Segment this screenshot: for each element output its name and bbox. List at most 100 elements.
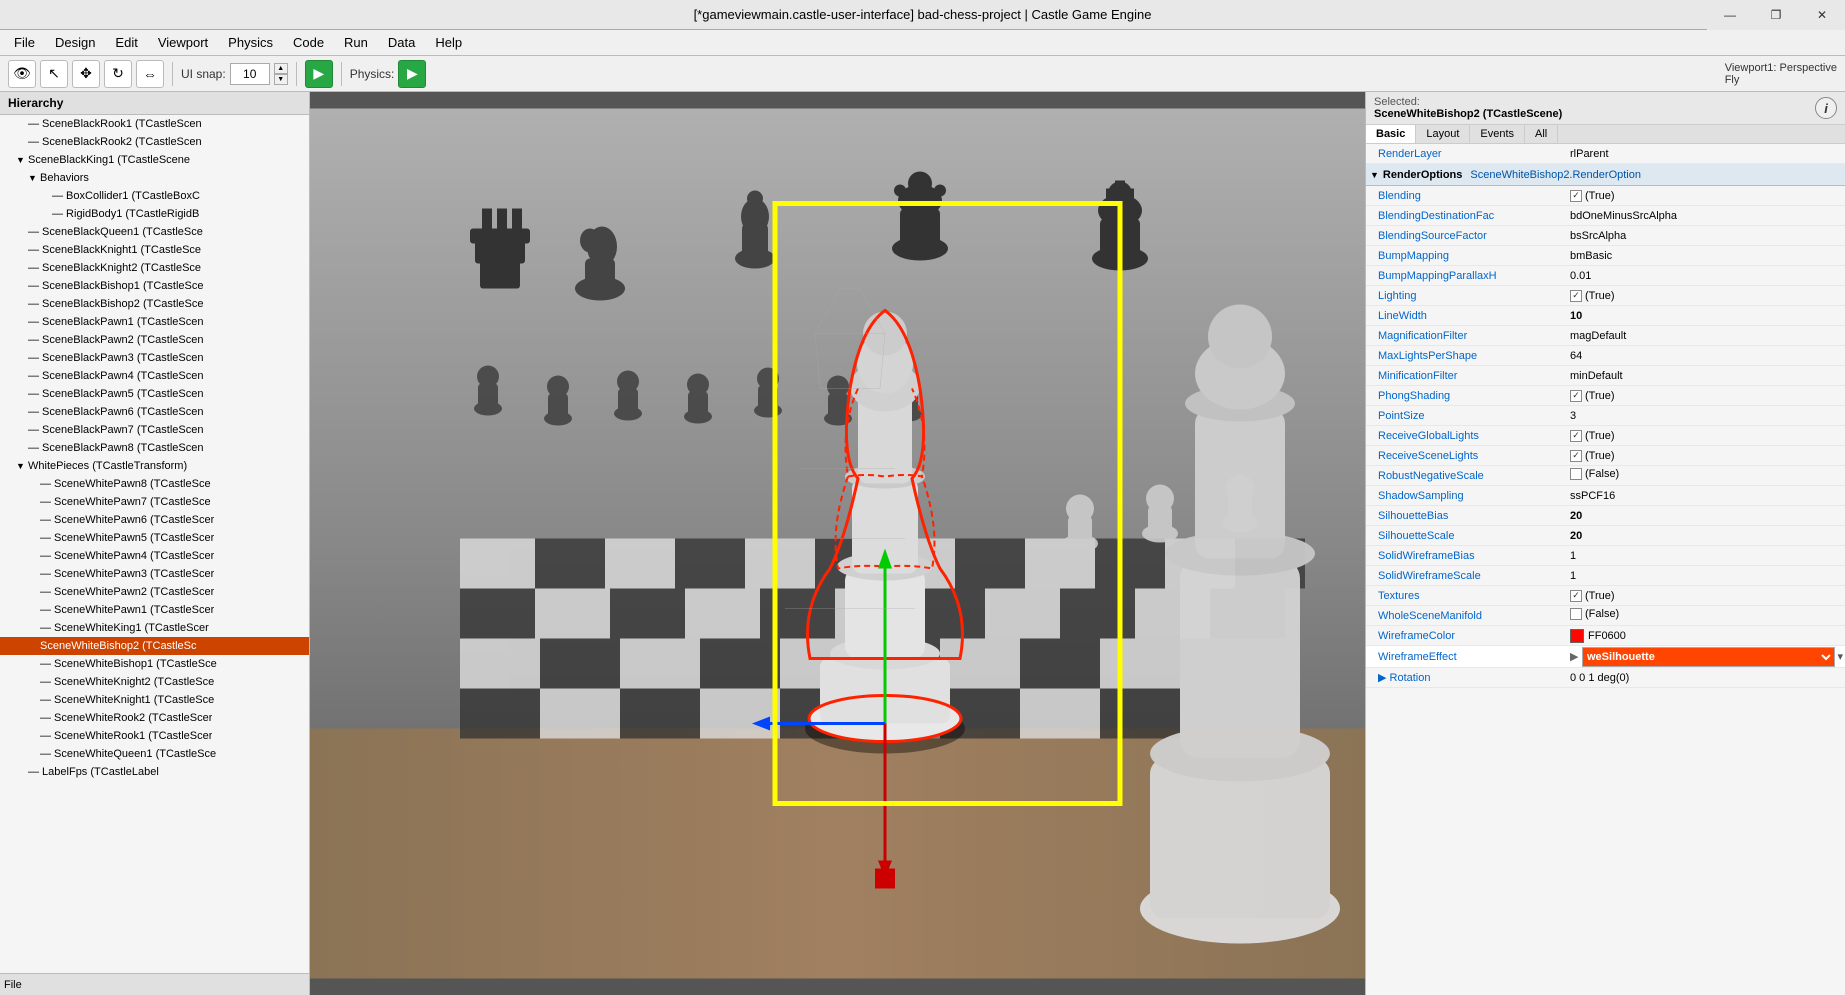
tree-item-RigidBody1[interactable]: — RigidBody1 (TCastleRigidB (0, 205, 309, 223)
tree-item-SceneBlackPawn5[interactable]: — SceneBlackPawn5 (TCastleScen (0, 385, 309, 403)
wireframe-expand-icon[interactable]: ▶ (1566, 650, 1582, 663)
tree-item-BoxCollider1[interactable]: — BoxCollider1 (TCastleBoxC (0, 187, 309, 205)
tree-item-SceneBlackPawn8[interactable]: — SceneBlackPawn8 (TCastleScen (0, 439, 309, 457)
receive-scene-checkbox[interactable]: ✓ (1570, 450, 1582, 462)
prop-solid-wire-scale[interactable]: SolidWireframeScale 1 (1366, 566, 1845, 586)
tree-item-SceneWhitePawn7[interactable]: — SceneWhitePawn7 (TCastleSce (0, 493, 309, 511)
receive-global-checkbox[interactable]: ✓ (1570, 430, 1582, 442)
prop-bump-parallax[interactable]: BumpMappingParallaxH 0.01 (1366, 266, 1845, 286)
close-button[interactable]: ✕ (1799, 0, 1845, 30)
scale-tool-button[interactable]: ⇔ (136, 60, 164, 88)
textures-checkbox[interactable]: ✓ (1570, 590, 1582, 602)
tree-item-SceneBlackRook1[interactable]: — SceneBlackRook1 (TCastleScen (0, 115, 309, 133)
tree-item-SceneBlackKnight1[interactable]: — SceneBlackKnight1 (TCastleSce (0, 241, 309, 259)
minimize-button[interactable]: — (1707, 0, 1753, 30)
play-button[interactable]: ▶ (305, 60, 333, 88)
viewport-canvas[interactable] (310, 92, 1365, 995)
prop-rotation[interactable]: ▶ Rotation 0 0 1 deg(0) (1366, 668, 1845, 688)
prop-wireframe-effect[interactable]: WireframeEffect ▶ weSilhouette weNone we… (1366, 646, 1845, 668)
wireframe-color-swatch[interactable] (1570, 629, 1584, 643)
prop-whole-scene[interactable]: WholeSceneManifold (False) (1366, 606, 1845, 626)
menu-help[interactable]: Help (425, 32, 472, 53)
menu-edit[interactable]: Edit (105, 32, 147, 53)
tree-item-SceneBlackPawn7[interactable]: — SceneBlackPawn7 (TCastleScen (0, 421, 309, 439)
prop-group-render-options[interactable]: ▼ RenderOptions SceneWhiteBishop2.Render… (1366, 164, 1845, 186)
tab-basic[interactable]: Basic (1366, 125, 1416, 143)
tree-item-SceneWhiteKnight1[interactable]: — SceneWhiteKnight1 (TCastleSce (0, 691, 309, 709)
prop-solid-wire-bias[interactable]: SolidWireframeBias 1 (1366, 546, 1845, 566)
tree-item-SceneBlackPawn1[interactable]: — SceneBlackPawn1 (TCastleScen (0, 313, 309, 331)
snap-down-btn[interactable]: ▼ (274, 74, 288, 85)
tree-item-SceneBlackPawn2[interactable]: — SceneBlackPawn2 (TCastleScen (0, 331, 309, 349)
tree-item-SceneBlackRook2[interactable]: — SceneBlackRook2 (TCastleScen (0, 133, 309, 151)
menu-file[interactable]: File (4, 32, 45, 53)
tree-item-SceneWhitePawn1[interactable]: — SceneWhitePawn1 (TCastleScer (0, 601, 309, 619)
wireframe-effect-select[interactable]: weSilhouette weNone weSolidWireframe weW… (1582, 647, 1835, 667)
menu-run[interactable]: Run (334, 32, 378, 53)
tree-item-SceneBlackKing1[interactable]: ▼ SceneBlackKing1 (TCastleScene (0, 151, 309, 169)
rotate-tool-button[interactable]: ↻ (104, 60, 132, 88)
prop-mag-filter[interactable]: MagnificationFilter magDefault (1366, 326, 1845, 346)
prop-shadow-sampling[interactable]: ShadowSampling ssPCF16 (1366, 486, 1845, 506)
prop-textures[interactable]: Textures ✓(True) (1366, 586, 1845, 606)
tab-all[interactable]: All (1525, 125, 1558, 143)
eye-tool-button[interactable]: 👁 (8, 60, 36, 88)
tree-item-SceneBlackBishop2[interactable]: — SceneBlackBishop2 (TCastleSce (0, 295, 309, 313)
tree-item-Behaviors[interactable]: ▼ Behaviors (0, 169, 309, 187)
prop-silhouette-bias[interactable]: SilhouetteBias 20 (1366, 506, 1845, 526)
physics-play-button[interactable]: ▶ (398, 60, 426, 88)
tree-item-LabelFps[interactable]: — LabelFps (TCastleLabel (0, 763, 309, 781)
prop-bump-mapping[interactable]: BumpMapping bmBasic (1366, 246, 1845, 266)
tree-item-SceneBlackKnight2[interactable]: — SceneBlackKnight2 (TCastleSce (0, 259, 309, 277)
tree-item-SceneBlackPawn3[interactable]: — SceneBlackPawn3 (TCastleScen (0, 349, 309, 367)
prop-phong[interactable]: PhongShading ✓(True) (1366, 386, 1845, 406)
prop-blending[interactable]: Blending ✓(True) (1366, 186, 1845, 206)
tab-events[interactable]: Events (1470, 125, 1525, 143)
whole-scene-checkbox[interactable] (1570, 608, 1582, 620)
tree-item-SceneWhiteBishop1[interactable]: — SceneWhiteBishop1 (TCastleSce (0, 655, 309, 673)
info-button[interactable]: i (1815, 97, 1837, 119)
ui-snap-input[interactable] (230, 63, 270, 85)
prop-point-size[interactable]: PointSize 3 (1366, 406, 1845, 426)
robust-negative-checkbox[interactable] (1570, 468, 1582, 480)
tree-item-SceneWhitePawn6[interactable]: — SceneWhitePawn6 (TCastleScer (0, 511, 309, 529)
props-content[interactable]: RenderLayer rlParent ▼ RenderOptions Sce… (1366, 144, 1845, 995)
center-panel[interactable] (310, 92, 1365, 995)
menu-data[interactable]: Data (378, 32, 425, 53)
select-tool-button[interactable]: ↖ (40, 60, 68, 88)
wireframe-dropdown-arrow[interactable]: ▾ (1835, 650, 1845, 663)
tab-layout[interactable]: Layout (1416, 125, 1470, 143)
prop-blending-dest[interactable]: BlendingDestinationFac bdOneMinusSrcAlph… (1366, 206, 1845, 226)
tree-item-SceneWhiteRook2[interactable]: — SceneWhiteRook2 (TCastleScer (0, 709, 309, 727)
prop-render-layer[interactable]: RenderLayer rlParent (1366, 144, 1845, 164)
prop-silhouette-scale[interactable]: SilhouetteScale 20 (1366, 526, 1845, 546)
tree-item-SceneWhitePawn3[interactable]: — SceneWhitePawn3 (TCastleScer (0, 565, 309, 583)
tree-item-SceneWhiteKing1[interactable]: — SceneWhiteKing1 (TCastleScer (0, 619, 309, 637)
tree-item-SceneWhitePawn5[interactable]: — SceneWhitePawn5 (TCastleScer (0, 529, 309, 547)
tree-item-SceneWhitePawn2[interactable]: — SceneWhitePawn2 (TCastleScer (0, 583, 309, 601)
tree-item-SceneBlackQueen1[interactable]: — SceneBlackQueen1 (TCastleSce (0, 223, 309, 241)
tree-item-SceneBlackPawn4[interactable]: — SceneBlackPawn4 (TCastleScen (0, 367, 309, 385)
blending-checkbox[interactable]: ✓ (1570, 190, 1582, 202)
ui-snap-spinbox[interactable]: ▲ ▼ (274, 63, 288, 85)
prop-wireframe-color[interactable]: WireframeColor FF0600 (1366, 626, 1845, 646)
tree-item-SceneBlackBishop1[interactable]: — SceneBlackBishop1 (TCastleSce (0, 277, 309, 295)
menu-viewport[interactable]: Viewport (148, 32, 218, 53)
tree-item-SceneWhitePawn8[interactable]: — SceneWhitePawn8 (TCastleSce (0, 475, 309, 493)
prop-robust-negative[interactable]: RobustNegativeScale (False) (1366, 466, 1845, 486)
tree-item-SceneBlackPawn6[interactable]: — SceneBlackPawn6 (TCastleScen (0, 403, 309, 421)
maximize-button[interactable]: ❐ (1753, 0, 1799, 30)
phong-checkbox[interactable]: ✓ (1570, 390, 1582, 402)
snap-up-btn[interactable]: ▲ (274, 63, 288, 74)
prop-line-width[interactable]: LineWidth 10 (1366, 306, 1845, 326)
tree-item-SceneWhiteQueen1[interactable]: — SceneWhiteQueen1 (TCastleSce (0, 745, 309, 763)
prop-lighting[interactable]: Lighting ✓(True) (1366, 286, 1845, 306)
hierarchy-tree[interactable]: — SceneBlackRook1 (TCastleScen — SceneBl… (0, 115, 309, 973)
tree-item-WhitePieces[interactable]: ▼ WhitePieces (TCastleTransform) (0, 457, 309, 475)
menu-code[interactable]: Code (283, 32, 334, 53)
tree-item-SceneWhiteKnight2[interactable]: — SceneWhiteKnight2 (TCastleSce (0, 673, 309, 691)
move-tool-button[interactable]: ✥ (72, 60, 100, 88)
menu-physics[interactable]: Physics (218, 32, 283, 53)
lighting-checkbox[interactable]: ✓ (1570, 290, 1582, 302)
tree-item-SceneWhitePawn4[interactable]: — SceneWhitePawn4 (TCastleScer (0, 547, 309, 565)
